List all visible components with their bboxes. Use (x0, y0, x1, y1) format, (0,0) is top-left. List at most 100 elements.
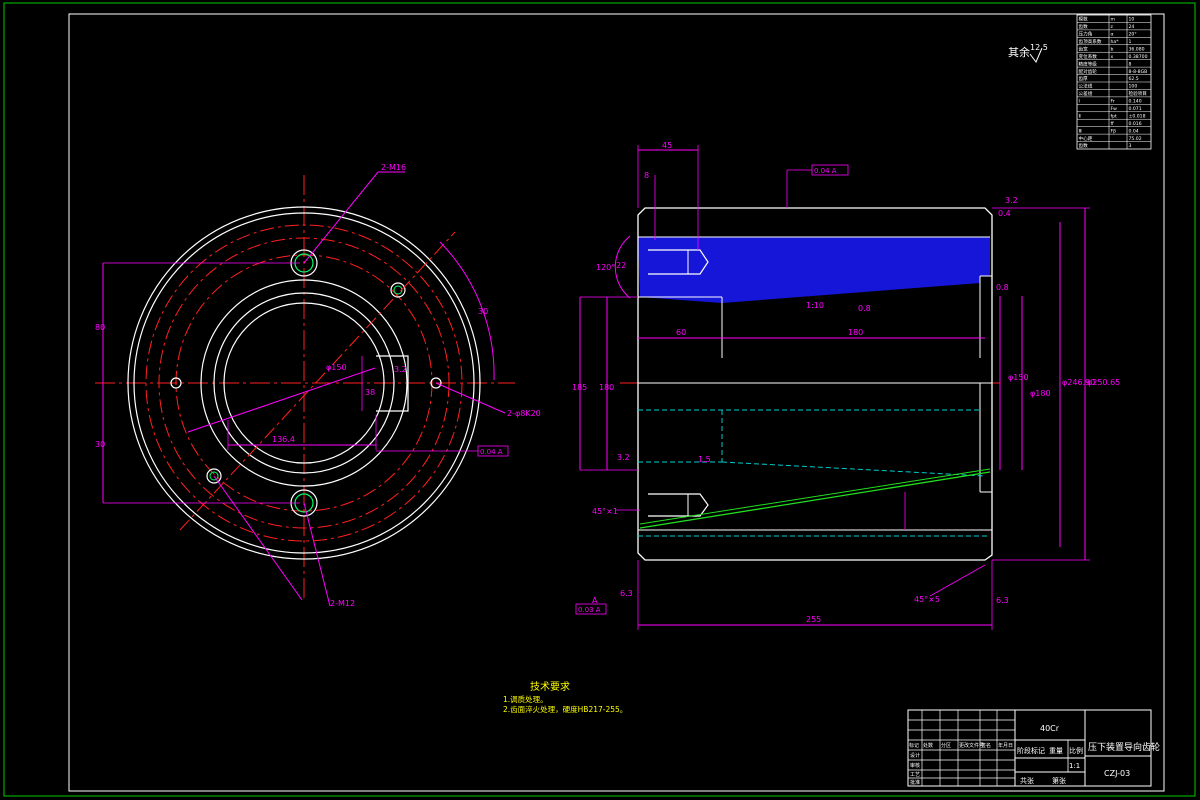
param-cell: 齿数 (1079, 142, 1089, 149)
sheet-of-label: 第张 (1052, 776, 1066, 785)
param-cell: 20° (1129, 32, 1137, 38)
param-cell: z (1111, 25, 1114, 30)
material-label: 40Cr (1040, 724, 1060, 733)
dim-30-label: 30 (95, 440, 105, 449)
param-cell: 3 (1129, 143, 1132, 149)
param-cell: ha* (1111, 39, 1120, 45)
param-cell: 检验项目 (1129, 90, 1147, 97)
section-view: 45 8 120° 22 1:10 0.8 3.2 0.4 0.8 60 180… (572, 141, 1120, 630)
role-label: 设计 (910, 752, 920, 759)
surface-note: 其余 12.5 (1008, 43, 1048, 63)
param-cell: 精度等级 (1079, 60, 1098, 67)
dim-150-label: φ150 (326, 363, 347, 372)
param-cell: b (1111, 46, 1114, 52)
param-cell: m (1111, 18, 1116, 23)
scale-value: 1:1 (1069, 762, 1080, 770)
pin-holes-label: 2-φ8K20 (507, 409, 541, 418)
param-cell: 压力角 (1079, 31, 1093, 38)
dim-8-label: 8 (644, 171, 649, 180)
ra-right-label: 0.8 (996, 283, 1009, 292)
ra-top2-label: 0.4 (998, 209, 1011, 218)
param-cell: ff (1111, 121, 1115, 127)
tolerance-box-label: 0.04 A (480, 448, 503, 456)
dim-136-label: 136.4 (272, 435, 295, 444)
datum-label: A (592, 596, 598, 605)
revision-header: 签名 (981, 742, 991, 749)
parameter-table: 模数 m 10 齿数 z 24 压力角 α 20° 齿顶高系数 ha* 1 齿宽 b 36.080 变位系数 x… (1076, 14, 1152, 150)
param-cell: 10 (1129, 17, 1135, 23)
dim-22-label: 22 (616, 261, 626, 270)
param-cell: 36.080 (1129, 46, 1145, 52)
role-label: 批准 (910, 779, 920, 786)
dim-150b-label: φ150 (1008, 373, 1029, 382)
svg-text:12.5: 12.5 (1030, 43, 1048, 52)
param-cell: 中心距 (1079, 135, 1093, 142)
chamfer-right-label: 45°×5 (914, 595, 940, 604)
tolerance-top-label: 0.04 A (814, 167, 837, 175)
role-label: 审核 (910, 762, 920, 769)
thread-bottom-label: 2-M12 (330, 599, 355, 608)
datum-box-label: 0.03 A (578, 606, 601, 614)
svg-text:其余: 其余 (1008, 45, 1030, 59)
param-cell: Fβ (1111, 128, 1117, 134)
param-cell: 0.071 (1129, 106, 1142, 112)
dim-185-label: 185 (572, 383, 587, 392)
dim-180b-label: 180 (599, 383, 614, 392)
param-cell: Ⅱ (1079, 113, 1081, 119)
dim-60-label: 60 (676, 328, 686, 337)
notes-line-2: 2.齿面淬火处理，硬度HB217-255。 (503, 704, 627, 714)
pin-hole-ne (390, 282, 406, 298)
angle-label: 30 (478, 307, 488, 316)
revision-header: 标记 (909, 742, 919, 749)
end-view: 2-M16 2-M12 2-φ8K20 80 30 φ150 136.4 38 … (95, 163, 541, 608)
chamfer-left-label: 45°×1 (592, 507, 618, 516)
param-cell: Ⅲ (1079, 128, 1082, 134)
dim-45-label: 45 (662, 141, 672, 150)
param-cell: 齿顶高系数 (1079, 38, 1102, 45)
notes-title: 技术要求 (530, 680, 570, 693)
param-cell: 0.04 (1129, 128, 1139, 134)
dim-180-label: 180 (848, 328, 863, 337)
param-cell: 0.140 (1129, 99, 1142, 105)
dim-80-label: 80 (95, 323, 105, 332)
param-cell: 1 (1129, 39, 1132, 45)
param-cell: 0.38700 (1129, 54, 1148, 60)
sheet-label: 共张 (1020, 776, 1034, 785)
param-cell: x (1111, 55, 1114, 60)
revision-header: 年月日 (998, 742, 1013, 749)
param-cell: Fw (1111, 106, 1118, 112)
param-cell: 齿宽 (1079, 45, 1089, 52)
param-cell: 模数 (1079, 16, 1089, 23)
param-cell: 0.016 (1129, 121, 1142, 127)
param-cell: 齿厚 (1079, 76, 1089, 82)
stage-label: 阶段标记 (1017, 746, 1045, 755)
dim-250-label: φ250.65 (1087, 378, 1120, 387)
ra-mid-label: 0.8 (858, 304, 871, 313)
drawing-number: CZJ-03 (1104, 769, 1130, 778)
param-cell: Ⅰ (1079, 99, 1080, 105)
param-cell: 齿数 (1079, 23, 1089, 30)
param-cell: fpt (1111, 113, 1118, 119)
param-cell: 100 (1129, 84, 1138, 90)
scale-label: 比例 (1069, 746, 1083, 755)
ra-left-label: 3.2 (617, 453, 630, 462)
title-block: 标记 处数 分区 更改文件号签名 年月日 设计审核工艺批准 40Cr 压下装置导向齿轮 … (907, 709, 1160, 787)
part-name-label: 压下装置导向齿轮 (1088, 741, 1160, 753)
technical-notes: 技术要求 1.调质处理。 2.齿面淬火处理，硬度HB217-255。 (503, 680, 627, 714)
ra-bottom-right-label: 6.3 (996, 596, 1009, 605)
dim-3-2-label: 3.2 (394, 365, 407, 374)
dim-255-label: 255 (806, 615, 821, 624)
revision-header: 处数 (923, 742, 933, 749)
dim-120deg-label: 120° (596, 263, 615, 272)
param-cell: 8 (1129, 61, 1132, 67)
param-cell: 配对齿轮 (1079, 68, 1098, 75)
role-label: 工艺 (910, 772, 920, 778)
ra-top-label: 3.2 (1005, 196, 1018, 205)
ra-bottom-left-label: 6.3 (620, 589, 633, 598)
thread-top-label: 2-M16 (381, 163, 406, 172)
dim-38-label: 38 (365, 388, 375, 397)
param-cell: 75.02 (1129, 136, 1142, 142)
taper-label: 1:10 (806, 301, 824, 310)
dim-180c-label: φ180 (1030, 389, 1051, 398)
param-cell: Fr (1111, 99, 1115, 105)
